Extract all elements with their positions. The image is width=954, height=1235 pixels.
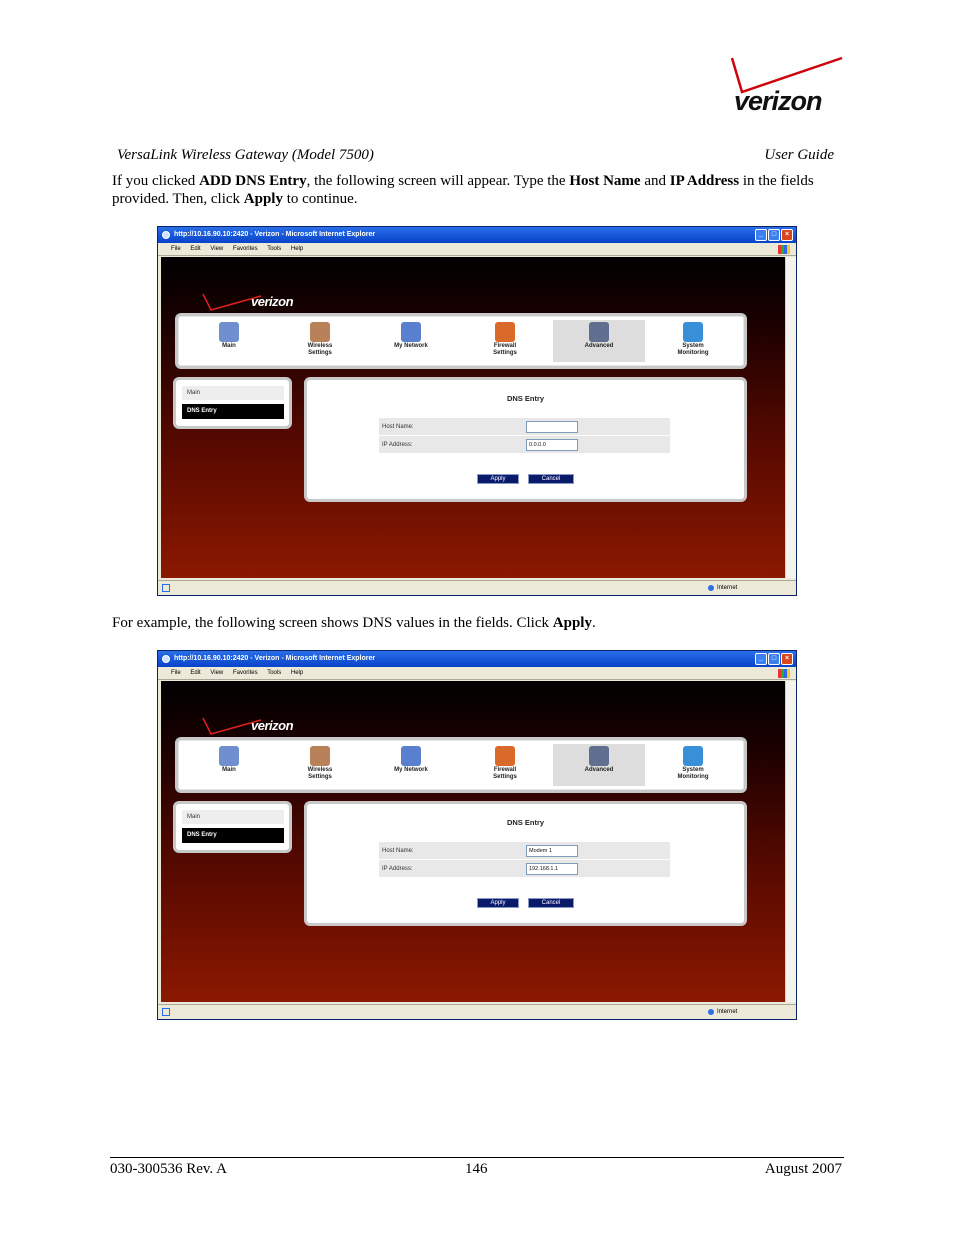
menu-file[interactable]: File — [171, 246, 181, 252]
nav-main[interactable]: Main — [183, 320, 275, 362]
ip-address-input[interactable]: 0.0.0.0 — [526, 439, 578, 451]
nav-advanced[interactable]: Advanced — [553, 744, 645, 786]
wireless-icon — [310, 746, 330, 766]
nav-wireless-settings[interactable]: Wireless Settings — [274, 744, 366, 786]
minimize-icon[interactable]: _ — [755, 653, 767, 665]
title-bar: http://10.16.90.10:2420 - Verizon - Micr… — [158, 651, 796, 667]
footer-divider — [110, 1157, 844, 1158]
side-item-dns-entry[interactable]: DNS Entry — [182, 828, 284, 843]
menu-tools[interactable]: Tools — [267, 246, 281, 252]
side-menu: Main DNS Entry — [173, 801, 292, 853]
menu-file[interactable]: File — [171, 670, 181, 676]
instruction-paragraph-1: If you clicked ADD DNS Entry, the follow… — [112, 173, 814, 207]
nav-main[interactable]: Main — [183, 744, 275, 786]
panel-title: DNS Entry — [506, 394, 545, 403]
wireless-icon — [310, 322, 330, 342]
cancel-button[interactable]: Cancel — [528, 898, 574, 908]
nav-system-monitoring[interactable]: System Monitoring — [647, 320, 739, 362]
doc-title: VersaLink Wireless Gateway (Model 7500) — [117, 147, 374, 163]
page-content: verizon Main Wireless Settings My Network… — [161, 257, 785, 578]
apply-button[interactable]: Apply — [477, 898, 519, 908]
ie-icon — [162, 655, 170, 663]
nav-firewall-settings[interactable]: Firewall Settings — [459, 320, 551, 362]
panel-title: DNS Entry — [506, 818, 545, 827]
cancel-button[interactable]: Cancel — [528, 474, 574, 484]
side-menu: Main DNS Entry — [173, 377, 292, 429]
dns-entry-panel: DNS Entry Host Name: Modem 1 IP Address: 1… — [304, 801, 747, 926]
window-title: http://10.16.90.10:2420 - Verizon - Micr… — [174, 231, 376, 238]
page-icon — [162, 1008, 170, 1016]
maximize-icon[interactable]: □ — [768, 229, 780, 241]
browser-window-1: http://10.16.90.10:2420 - Verizon - Micr… — [157, 226, 797, 596]
ip-address-row: IP Address: 0.0.0.0 — [379, 436, 670, 454]
internet-zone: Internet — [708, 1005, 737, 1019]
title-bar: http://10.16.90.10:2420 - Verizon - Micr… — [158, 227, 796, 243]
advanced-icon — [589, 746, 609, 766]
main-icon — [219, 322, 239, 342]
vertical-scrollbar[interactable] — [785, 257, 796, 578]
doc-date: August 2007 — [764, 1161, 842, 1177]
windows-flag-icon — [778, 245, 790, 254]
nav-my-network[interactable]: My Network — [365, 744, 457, 786]
network-icon — [401, 322, 421, 342]
ip-address-row: IP Address: 192.168.1.1 — [379, 860, 670, 878]
instruction-paragraph-2: For example, the following screen shows … — [112, 615, 596, 631]
page-number: 146 — [465, 1161, 488, 1177]
firewall-icon — [495, 746, 515, 766]
host-name-input[interactable] — [526, 421, 578, 433]
apply-button[interactable]: Apply — [477, 474, 519, 484]
host-name-row: Host Name: — [379, 418, 670, 436]
side-item-dns-entry[interactable]: DNS Entry — [182, 404, 284, 419]
nav-wireless-settings[interactable]: Wireless Settings — [274, 320, 366, 362]
close-icon[interactable]: × — [781, 229, 793, 241]
main-icon — [219, 746, 239, 766]
dns-entry-panel: DNS Entry Host Name: IP Address: 0.0.0.0 … — [304, 377, 747, 502]
main-nav: Main Wireless Settings My Network Firewal… — [175, 737, 747, 793]
maximize-icon[interactable]: □ — [768, 653, 780, 665]
nav-firewall-settings[interactable]: Firewall Settings — [459, 744, 551, 786]
menu-help[interactable]: Help — [291, 246, 303, 252]
side-item-main[interactable]: Main — [182, 810, 284, 824]
main-nav: Main Wireless Settings My Network Firewal… — [175, 313, 747, 369]
firewall-icon — [495, 322, 515, 342]
window-title: http://10.16.90.10:2420 - Verizon - Micr… — [174, 655, 376, 662]
host-name-row: Host Name: Modem 1 — [379, 842, 670, 860]
host-name-input[interactable]: Modem 1 — [526, 845, 578, 857]
windows-flag-icon — [778, 669, 790, 678]
advanced-icon — [589, 322, 609, 342]
nav-advanced[interactable]: Advanced — [553, 320, 645, 362]
menu-bar: File Edit View Favorites Tools Help — [158, 243, 796, 256]
menu-help[interactable]: Help — [291, 670, 303, 676]
doc-number: 030-300536 Rev. A — [110, 1161, 227, 1177]
ip-address-input[interactable]: 192.168.1.1 — [526, 863, 578, 875]
close-icon[interactable]: × — [781, 653, 793, 665]
nav-my-network[interactable]: My Network — [365, 320, 457, 362]
menu-tools[interactable]: Tools — [267, 670, 281, 676]
monitoring-icon — [683, 322, 703, 342]
vertical-scrollbar[interactable] — [785, 681, 796, 1002]
menu-view[interactable]: View — [210, 670, 223, 676]
monitoring-icon — [683, 746, 703, 766]
status-bar: Internet — [158, 580, 796, 595]
minimize-icon[interactable]: _ — [755, 229, 767, 241]
internet-zone: Internet — [708, 581, 737, 595]
menu-favorites[interactable]: Favorites — [233, 246, 258, 252]
menu-edit[interactable]: Edit — [190, 246, 200, 252]
page-content: verizon Main Wireless Settings My Network… — [161, 681, 785, 1002]
network-icon — [401, 746, 421, 766]
browser-window-2: http://10.16.90.10:2420 - Verizon - Micr… — [157, 650, 797, 1020]
verizon-logo: verizon — [728, 56, 844, 122]
logo-text: verizon — [734, 86, 823, 116]
nav-system-monitoring[interactable]: System Monitoring — [647, 744, 739, 786]
menu-favorites[interactable]: Favorites — [233, 670, 258, 676]
ie-icon — [162, 231, 170, 239]
menu-view[interactable]: View — [210, 246, 223, 252]
doc-type: User Guide — [764, 147, 834, 163]
menu-edit[interactable]: Edit — [190, 670, 200, 676]
status-bar: Internet — [158, 1004, 796, 1019]
side-item-main[interactable]: Main — [182, 386, 284, 400]
menu-bar: File Edit View Favorites Tools Help — [158, 667, 796, 680]
page-icon — [162, 584, 170, 592]
